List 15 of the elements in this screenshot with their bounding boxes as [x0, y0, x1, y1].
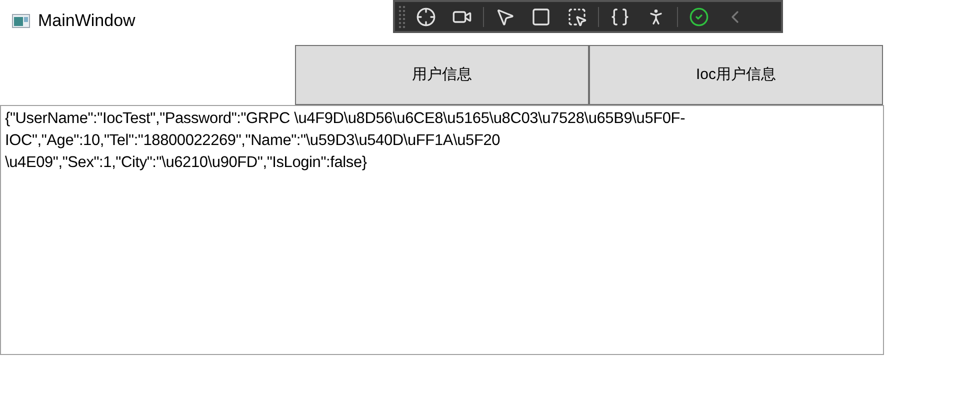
- visual-tree-icon: [416, 6, 436, 26]
- window-icon: [12, 14, 30, 28]
- action-button[interactable]: 用户信息: [295, 45, 589, 105]
- action-button[interactable]: Ioc用户信息: [589, 45, 883, 105]
- window-title: MainWindow: [38, 10, 136, 32]
- output-line: IOC","Age":10,"Tel":"18800022269","Name":"\u59D3\u540D\uFF1A\u5F20: [5, 131, 502, 151]
- select-element-icon: [495, 6, 515, 26]
- output-textbox[interactable]: [0, 105, 884, 355]
- output-line: \u4E09","Sex":1,"City":"\u6210\u90FD","IsLogin":false}: [5, 153, 368, 173]
- track-focus-icon: [567, 6, 587, 26]
- hot-reload-icon: [610, 6, 630, 26]
- gripper-icon: [399, 4, 405, 28]
- check-icon: [689, 6, 709, 26]
- output-line: {"UserName":"IocTest","Password":"GRPC \u4F9D\u8D56\u6CE8\u5165\u8C03\u7528\u65B9\u5F0F-: [5, 109, 686, 129]
- layout-adorner-icon: [531, 6, 551, 26]
